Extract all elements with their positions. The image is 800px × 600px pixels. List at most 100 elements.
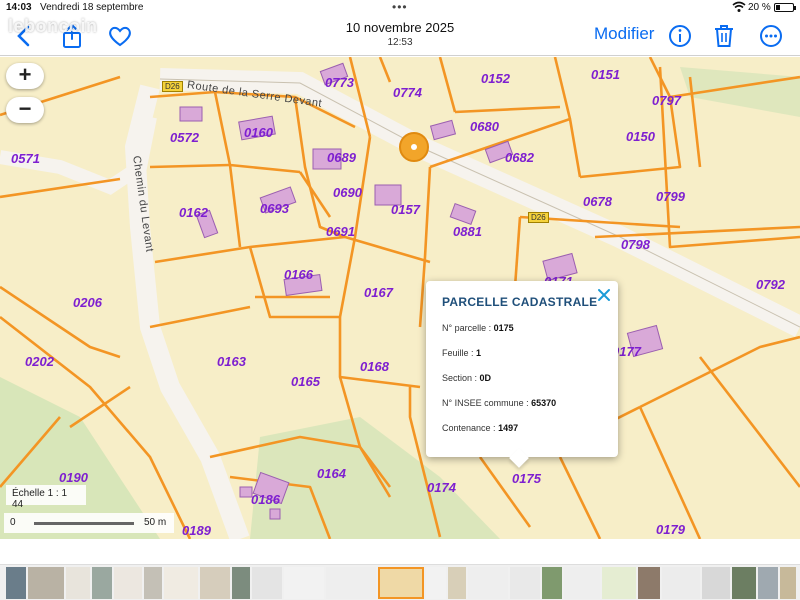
- thumbnail[interactable]: [232, 567, 250, 599]
- thumbnail[interactable]: [662, 567, 700, 599]
- leboncoin-watermark: leboncoin: [8, 16, 98, 36]
- parcel-label: 0572: [170, 130, 199, 145]
- top-toolbar: leboncoin 10 novembre 2025 12:53 Modifie…: [0, 16, 800, 56]
- zoom-in-button[interactable]: +: [6, 63, 44, 89]
- parcel-label: 0152: [481, 71, 510, 86]
- parcel-label: 0175: [512, 471, 541, 486]
- thumbnail[interactable]: [326, 567, 376, 599]
- scale-bar-line: [34, 522, 134, 525]
- wifi-icon: [732, 1, 746, 12]
- scale-indicator: Échelle 1 : 1 44: [6, 485, 86, 510]
- parcel-label: 0163: [217, 354, 246, 369]
- row-value: 1497: [498, 423, 519, 433]
- parcel-label: 0773: [325, 75, 354, 90]
- parcel-label: 0151: [591, 67, 620, 82]
- parcel-label: 0166: [284, 267, 313, 282]
- thumbnail[interactable]: [448, 567, 466, 599]
- photo-time: 12:53: [387, 37, 413, 48]
- scale-label: Échelle 1 :: [12, 488, 59, 499]
- thumbnail[interactable]: [468, 567, 508, 599]
- parcel-label: 0691: [326, 224, 355, 239]
- thumbnail[interactable]: [542, 567, 562, 599]
- thumbnail[interactable]: [66, 567, 90, 599]
- row-label: N° parcelle :: [442, 323, 492, 333]
- parcel-label: 0202: [25, 354, 54, 369]
- thumbnail[interactable]: [638, 567, 660, 599]
- info-icon[interactable]: [666, 22, 694, 50]
- parcel-label: 0881: [453, 224, 482, 239]
- status-time: 14:03: [6, 2, 32, 13]
- row-label: Section :: [442, 373, 478, 383]
- battery-icon: [774, 3, 796, 12]
- thumbnail[interactable]: [780, 567, 796, 599]
- popup-row-area: Contenance : 1497: [442, 423, 602, 448]
- scale-bar-start: 0: [10, 517, 16, 528]
- map-parcel-lines: [0, 57, 800, 539]
- parcel-label: 0792: [756, 277, 785, 292]
- parcel-label: 0797: [652, 93, 681, 108]
- row-value: 1: [476, 348, 482, 358]
- location-marker-icon[interactable]: [399, 132, 429, 162]
- parcel-label: 0164: [317, 466, 346, 481]
- thumbnail[interactable]: [426, 567, 446, 599]
- heart-icon[interactable]: [106, 22, 134, 50]
- row-value: 0175: [493, 323, 514, 333]
- modify-button[interactable]: Modifier: [594, 24, 654, 44]
- row-label: Contenance :: [442, 423, 496, 433]
- thumbnail[interactable]: [114, 567, 142, 599]
- row-value: 65370: [531, 398, 557, 408]
- parcel-label: 0168: [360, 359, 389, 374]
- thumbnail[interactable]: [28, 567, 64, 599]
- thumbnail[interactable]: [564, 567, 600, 599]
- thumbnail[interactable]: [164, 567, 198, 599]
- parcel-label: 0680: [470, 119, 499, 134]
- photo-viewer: 14:03 Vendredi 18 septembre ••• 20 % leb…: [0, 0, 800, 600]
- battery-percentage: 20 %: [748, 2, 771, 13]
- cadastral-map[interactable]: Route de la Serre Devant Chemin du Levan…: [0, 57, 800, 539]
- parcel-label: 0157: [391, 202, 420, 217]
- status-bar: 14:03 Vendredi 18 septembre ••• 20 %: [0, 0, 800, 16]
- thumbnail[interactable]: [510, 567, 540, 599]
- popup-title: PARCELLE CADASTRALE: [442, 295, 598, 309]
- thumbnail[interactable]: [92, 567, 112, 599]
- parcel-label: 0682: [505, 150, 534, 165]
- zoom-out-button[interactable]: −: [6, 97, 44, 123]
- popup-row-section: Section : 0D: [442, 373, 602, 398]
- row-value: 0D: [479, 373, 492, 383]
- parcel-label: 0160: [244, 125, 273, 140]
- parcel-label: 0165: [291, 374, 320, 389]
- thumbnail-current[interactable]: [378, 567, 424, 599]
- thumbnail[interactable]: [252, 567, 282, 599]
- photo-date: 10 novembre 2025: [345, 20, 455, 35]
- thumbnail[interactable]: [144, 567, 162, 599]
- thumbnail[interactable]: [6, 567, 26, 599]
- row-label: N° INSEE commune :: [442, 398, 529, 408]
- parcel-label: 0690: [333, 185, 362, 200]
- thumbnail[interactable]: [732, 567, 756, 599]
- parcel-label: 0150: [626, 129, 655, 144]
- parcel-label: 0206: [73, 295, 102, 310]
- scale-bar: 0 50 m: [4, 513, 174, 533]
- thumbnail[interactable]: [758, 567, 778, 599]
- trash-icon[interactable]: [710, 22, 738, 50]
- thumbnail[interactable]: [702, 567, 730, 599]
- close-icon[interactable]: [596, 287, 612, 303]
- thumbnail[interactable]: [200, 567, 230, 599]
- parcel-label: 0190: [59, 470, 88, 485]
- parcel-label: 0774: [393, 85, 422, 100]
- multitasking-dots-icon[interactable]: •••: [392, 0, 408, 14]
- parcel-label: 0799: [656, 189, 685, 204]
- parcel-label: 0179: [656, 522, 685, 537]
- scale-bar-end: 50 m: [144, 517, 167, 528]
- thumbnail-strip[interactable]: [0, 564, 800, 600]
- popup-row-parcel-number: N° parcelle : 0175: [442, 323, 602, 348]
- parcel-info-popup: PARCELLE CADASTRALE N° parcelle : 0175 F…: [426, 281, 618, 457]
- title-block: 10 novembre 2025 12:53: [300, 20, 500, 48]
- parcel-label: 0186: [251, 492, 280, 507]
- status-date: Vendredi 18 septembre: [40, 2, 144, 13]
- thumbnail[interactable]: [602, 567, 636, 599]
- thumbnail[interactable]: [284, 567, 324, 599]
- parcel-label: 0798: [621, 237, 650, 252]
- parcel-label: 0189: [182, 523, 211, 538]
- more-options-icon[interactable]: [757, 22, 785, 50]
